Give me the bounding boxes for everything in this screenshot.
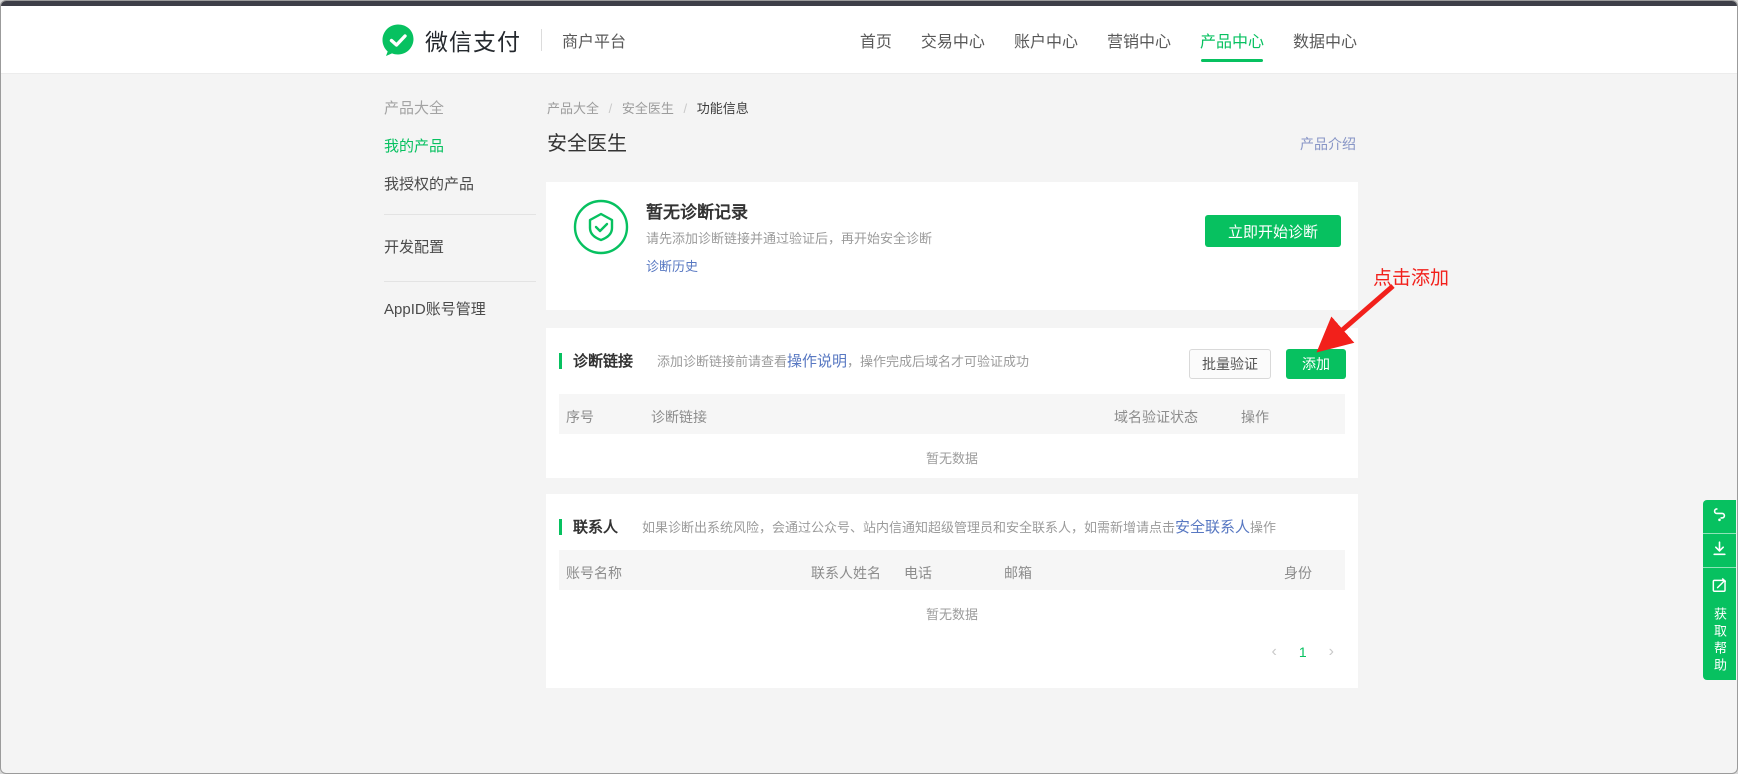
- floating-toolbar: 获取帮助: [1703, 500, 1736, 680]
- brand-divider: [541, 29, 542, 51]
- nav-item-account-center[interactable]: 账户中心: [1014, 28, 1078, 52]
- diagnosis-card: 暂无诊断记录 请先添加诊断链接并通过验证后，再开始安全诊断 诊断历史 立即开始诊…: [546, 182, 1358, 310]
- contacts-card: 联系人 如果诊断出系统风险，会通过公众号、站内信通知超级管理员和安全联系人，如需…: [546, 494, 1358, 688]
- sidebar-item-appid-management[interactable]: AppID账号管理: [384, 298, 486, 319]
- table-header-row: 账号名称 联系人姓名 电话 邮箱 身份: [559, 550, 1345, 590]
- contacts-section-desc: 如果诊断出系统风险，会通过公众号、站内信通知超级管理员和安全联系人，如需新增请点…: [642, 516, 1276, 537]
- add-link-button[interactable]: 添加: [1286, 349, 1346, 379]
- breadcrumb-item-feature-info: 功能信息: [697, 101, 749, 116]
- column-header-actions: 操作: [1241, 407, 1269, 427]
- column-header-phone: 电话: [904, 563, 932, 583]
- start-diagnosis-button[interactable]: 立即开始诊断: [1205, 215, 1341, 247]
- download-icon: [1711, 540, 1728, 562]
- column-header-contact-name: 联系人姓名: [811, 563, 881, 583]
- wechat-pay-logo-icon: [381, 23, 415, 57]
- nav-item-data-center[interactable]: 数据中心: [1293, 28, 1357, 52]
- page-number-current[interactable]: 1: [1299, 644, 1307, 660]
- get-help-label: 获取帮助: [1713, 607, 1726, 675]
- main-nav: 首页 交易中心 账户中心 营销中心 产品中心 数据中心: [860, 6, 1357, 74]
- column-header-role: 身份: [1284, 563, 1312, 583]
- links-section-desc: 添加诊断链接前请查看操作说明，操作完成后域名才可验证成功: [657, 350, 1029, 371]
- column-header-domain-status: 域名验证状态: [1114, 407, 1198, 427]
- breadcrumb: 产品大全 / 安全医生 / 功能信息: [547, 98, 749, 117]
- breadcrumb-separator: /: [609, 101, 613, 116]
- product-intro-link[interactable]: 产品介绍: [1300, 134, 1356, 154]
- contacts-section-header: 联系人 如果诊断出系统风险，会通过公众号、站内信通知超级管理员和安全联系人，如需…: [559, 516, 1276, 537]
- nav-item-transaction-center[interactable]: 交易中心: [921, 28, 985, 52]
- security-contact-link[interactable]: 安全联系人: [1175, 519, 1250, 536]
- sidebar-divider: [384, 281, 536, 282]
- shield-check-icon: [572, 198, 630, 256]
- diagnosis-links-card: 诊断链接 添加诊断链接前请查看操作说明，操作完成后域名才可验证成功 批量验证 添…: [546, 328, 1358, 478]
- column-header-email: 邮箱: [1004, 563, 1032, 583]
- nav-item-marketing-center[interactable]: 营销中心: [1107, 28, 1171, 52]
- links-empty-state: 暂无数据: [546, 448, 1358, 467]
- batch-verify-button[interactable]: 批量验证: [1189, 349, 1271, 379]
- sidebar-item-authorized-products[interactable]: 我授权的产品: [384, 173, 474, 194]
- breadcrumb-separator: /: [684, 101, 688, 116]
- brand-title: 微信支付: [425, 23, 521, 57]
- column-header-index: 序号: [566, 407, 594, 427]
- breadcrumb-item-all-products[interactable]: 产品大全: [547, 101, 599, 116]
- header: 微信支付 商户平台 首页 交易中心 账户中心 营销中心 产品中心 数据中心: [1, 6, 1737, 74]
- links-section-header: 诊断链接 添加诊断链接前请查看操作说明，操作完成后域名才可验证成功: [559, 350, 1029, 371]
- feedback-edit-icon: [1711, 577, 1728, 599]
- sidebar-divider: [384, 214, 536, 215]
- breadcrumb-item-security-doctor[interactable]: 安全医生: [622, 101, 674, 116]
- annotation-click-add-label: 点击添加: [1373, 263, 1449, 290]
- prev-page-button[interactable]: ‹: [1272, 644, 1277, 660]
- pagination: ‹ 1 ›: [1272, 644, 1334, 660]
- column-header-account-name: 账号名称: [566, 563, 622, 583]
- page-title: 安全医生: [547, 127, 627, 156]
- get-help-button[interactable]: 获取帮助: [1703, 568, 1736, 680]
- next-page-button[interactable]: ›: [1329, 644, 1334, 660]
- nav-item-product-center[interactable]: 产品中心: [1200, 28, 1264, 52]
- contacts-section-title: 联系人: [573, 516, 618, 537]
- share-link-button[interactable]: [1703, 500, 1736, 534]
- download-button[interactable]: [1703, 534, 1736, 568]
- link-icon: [1711, 506, 1728, 528]
- sidebar-item-all-products[interactable]: 产品大全: [384, 97, 444, 118]
- table-header-row: 序号 诊断链接 域名验证状态 操作: [559, 394, 1345, 434]
- diagnosis-status-title: 暂无诊断记录: [646, 198, 748, 223]
- sidebar-item-my-products[interactable]: 我的产品: [384, 135, 444, 156]
- page-frame: 微信支付 商户平台 首页 交易中心 账户中心 营销中心 产品中心 数据中心 产品…: [0, 0, 1738, 774]
- links-section-title: 诊断链接: [573, 350, 633, 371]
- section-marker: [559, 519, 562, 535]
- diagnosis-history-link[interactable]: 诊断历史: [646, 256, 698, 275]
- diagnosis-status-subtitle: 请先添加诊断链接并通过验证后，再开始安全诊断: [646, 228, 932, 247]
- contacts-empty-state: 暂无数据: [546, 604, 1358, 623]
- operation-guide-link[interactable]: 操作说明: [787, 353, 847, 370]
- sidebar-item-dev-config[interactable]: 开发配置: [384, 236, 444, 257]
- column-header-link: 诊断链接: [651, 407, 707, 427]
- wechat-pay-logo-link[interactable]: 微信支付 商户平台: [381, 6, 626, 74]
- section-marker: [559, 353, 562, 369]
- nav-item-home[interactable]: 首页: [860, 28, 892, 52]
- portal-label: 商户平台: [562, 28, 626, 52]
